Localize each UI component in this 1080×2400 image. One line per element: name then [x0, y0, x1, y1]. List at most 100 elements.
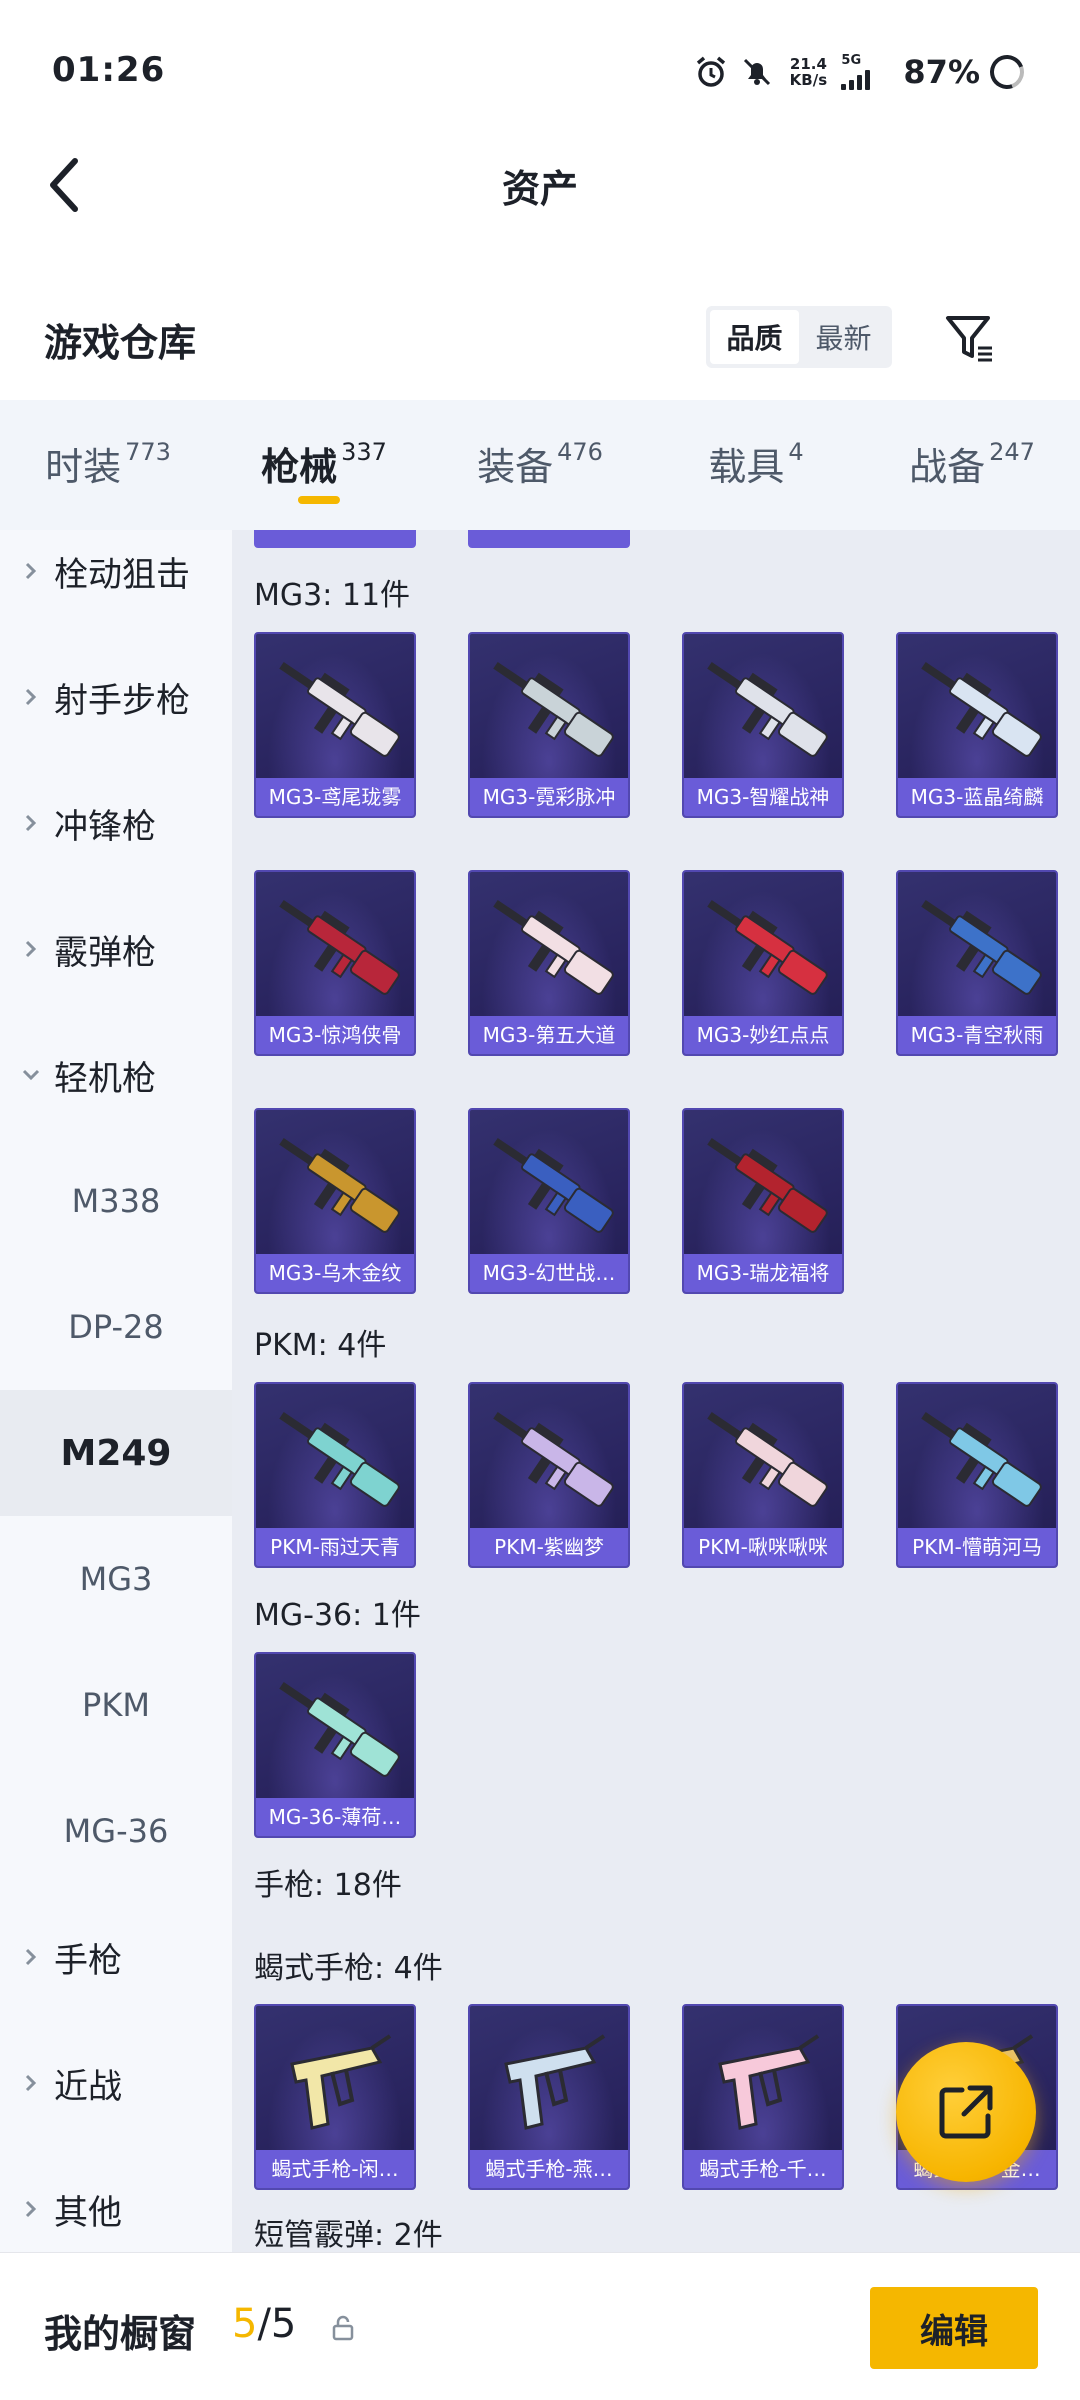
tab-label: 枪械 — [261, 445, 338, 489]
item-card[interactable]: MG3-鸢尾珑雾 — [254, 632, 416, 818]
share-external-icon — [939, 2085, 993, 2139]
item-card[interactable]: MG3-霓彩脉冲 — [468, 632, 630, 818]
machine-gun-skin-image — [262, 1118, 412, 1254]
chevron-right-icon — [20, 2198, 54, 2220]
tab-firearms[interactable]: 枪械 337 — [216, 400, 432, 530]
machine-gun-skin-image — [476, 1118, 626, 1254]
item-card[interactable]: MG3-瑞龙福将 — [682, 1108, 844, 1294]
warehouse-header: 游戏仓库 品质 最新 — [0, 290, 1080, 390]
item-card-label: 蝎式手枪-闲… — [256, 2150, 414, 2188]
section-title: 蝎式手枪: 4件 — [254, 1951, 443, 1986]
machine-gun-skin-image — [690, 880, 840, 1016]
item-card[interactable]: PKM-紫幽梦 — [468, 1382, 630, 1568]
sidebar-item[interactable]: DP-28 — [0, 1264, 232, 1390]
sidebar-item-label: DP-28 — [68, 1308, 164, 1346]
filter-icon — [946, 316, 992, 362]
category-tabs: 时装 773 枪械 337 装备 476 载具 4 战备 247 — [0, 400, 1080, 530]
sidebar-item-label: 栓动狙击 — [54, 554, 190, 595]
tab-label: 装备 — [477, 445, 554, 489]
chevron-right-icon — [20, 560, 54, 582]
item-card[interactable]: 蝎式手枪-闲… — [254, 2004, 416, 2190]
item-card[interactable]: MG3-青空秋雨 — [896, 870, 1058, 1056]
sidebar-item-label: PKM — [82, 1686, 150, 1724]
sort-newest[interactable]: 最新 — [799, 310, 888, 364]
item-card-label: MG3-妙红点点 — [684, 1016, 842, 1054]
section-title: 短管霰弹: 2件 — [254, 2218, 443, 2252]
item-card-label: MG3-霓彩脉冲 — [470, 778, 628, 816]
item-card-label: MG3-第五大道 — [470, 1016, 628, 1054]
sidebar-item[interactable]: 栓动狙击 — [0, 530, 232, 634]
partial-card[interactable] — [468, 530, 630, 548]
item-card-label: PKM-啾咪啾咪 — [684, 1528, 842, 1566]
filter-button[interactable] — [940, 308, 1000, 368]
sidebar-item[interactable]: M249 — [0, 1390, 232, 1516]
sidebar-item[interactable]: 轻机枪 — [0, 1012, 232, 1138]
partial-card[interactable] — [254, 530, 416, 548]
sort-quality[interactable]: 品质 — [710, 310, 799, 364]
item-card[interactable]: MG3-乌木金纹 — [254, 1108, 416, 1294]
sort-toggle: 品质 最新 — [706, 306, 892, 368]
item-card-label: MG3-惊鸿侠骨 — [256, 1016, 414, 1054]
signal-icon: 5G — [841, 54, 893, 90]
pistol-skin-image — [262, 2014, 412, 2150]
sidebar-item-label: 近战 — [54, 2066, 122, 2107]
machine-gun-skin-image — [262, 642, 412, 778]
item-card[interactable]: PKM-啾咪啾咪 — [682, 1382, 844, 1568]
item-card[interactable]: MG3-第五大道 — [468, 870, 630, 1056]
sidebar-item[interactable]: MG-36 — [0, 1768, 232, 1894]
item-card-label: PKM-雨过天青 — [256, 1528, 414, 1566]
sidebar-item-label: 霰弹枪 — [54, 932, 156, 973]
header: 资产 — [0, 140, 1080, 230]
sidebar-item[interactable]: 近战 — [0, 2020, 232, 2146]
share-button[interactable] — [896, 2042, 1036, 2182]
item-card[interactable]: MG3-幻世战… — [468, 1108, 630, 1294]
sidebar-item-label: M338 — [71, 1182, 161, 1220]
item-card[interactable]: MG3-蓝晶绮麟 — [896, 632, 1058, 818]
item-card-label: PKM-紫幽梦 — [470, 1528, 628, 1566]
sidebar-item[interactable]: MG3 — [0, 1516, 232, 1642]
sidebar-item[interactable]: M338 — [0, 1138, 232, 1264]
chevron-right-icon — [20, 938, 54, 960]
item-card[interactable]: PKM-懵萌河马 — [896, 1382, 1058, 1568]
item-card[interactable]: 蝎式手枪-千… — [682, 2004, 844, 2190]
warehouse-title: 游戏仓库 — [44, 321, 197, 365]
item-card-label: MG3-蓝晶绮麟 — [898, 778, 1056, 816]
section-title: 手枪: 18件 — [254, 1868, 402, 1903]
item-card[interactable]: MG3-妙红点点 — [682, 870, 844, 1056]
sidebar-item[interactable]: PKM — [0, 1642, 232, 1768]
chevron-right-icon — [20, 1946, 54, 1968]
item-card-label: MG3-乌木金纹 — [256, 1254, 414, 1292]
machine-gun-skin-image — [262, 1392, 412, 1528]
sidebar-item[interactable]: 手枪 — [0, 1894, 232, 2020]
sidebar-item[interactable]: 冲锋枪 — [0, 760, 232, 886]
section-title: MG3: 11件 — [254, 578, 411, 613]
sidebar-item-label: 冲锋枪 — [54, 806, 156, 847]
tab-vehicles[interactable]: 载具 4 — [648, 400, 864, 530]
sidebar-item[interactable]: 其他 — [0, 2146, 232, 2252]
item-card[interactable]: MG-36-薄荷… — [254, 1652, 416, 1838]
item-card[interactable]: PKM-雨过天青 — [254, 1382, 416, 1568]
lock-icon — [332, 2315, 354, 2341]
sidebar-item-label: M249 — [60, 1432, 172, 1474]
edit-button[interactable]: 编辑 — [870, 2287, 1038, 2369]
tab-count: 773 — [125, 438, 171, 466]
item-card[interactable]: MG3-惊鸿侠骨 — [254, 870, 416, 1056]
chevron-right-icon — [20, 2072, 54, 2094]
tab-supplies[interactable]: 战备 247 — [864, 400, 1080, 530]
machine-gun-skin-image — [476, 642, 626, 778]
tab-equipment[interactable]: 装备 476 — [432, 400, 648, 530]
item-card-label: MG3-瑞龙福将 — [684, 1254, 842, 1292]
sidebar-item[interactable]: 霰弹枪 — [0, 886, 232, 1012]
tab-fashion[interactable]: 时装 773 — [0, 400, 216, 530]
sidebar-item-label: 其他 — [54, 2192, 122, 2233]
item-card[interactable]: 蝎式手枪-燕… — [468, 2004, 630, 2190]
speed-unit: KB/s — [789, 71, 828, 89]
item-card-label: 蝎式手枪-千… — [684, 2150, 842, 2188]
sidebar-item[interactable]: 射手步枪 — [0, 634, 232, 760]
item-card-label: 蝎式手枪-燕… — [470, 2150, 628, 2188]
item-card-label: MG3-幻世战… — [470, 1254, 628, 1292]
machine-gun-skin-image — [476, 1392, 626, 1528]
battery-percent: 87% — [903, 53, 980, 91]
item-card-label: MG3-智耀战神 — [684, 778, 842, 816]
item-card[interactable]: MG3-智耀战神 — [682, 632, 844, 818]
